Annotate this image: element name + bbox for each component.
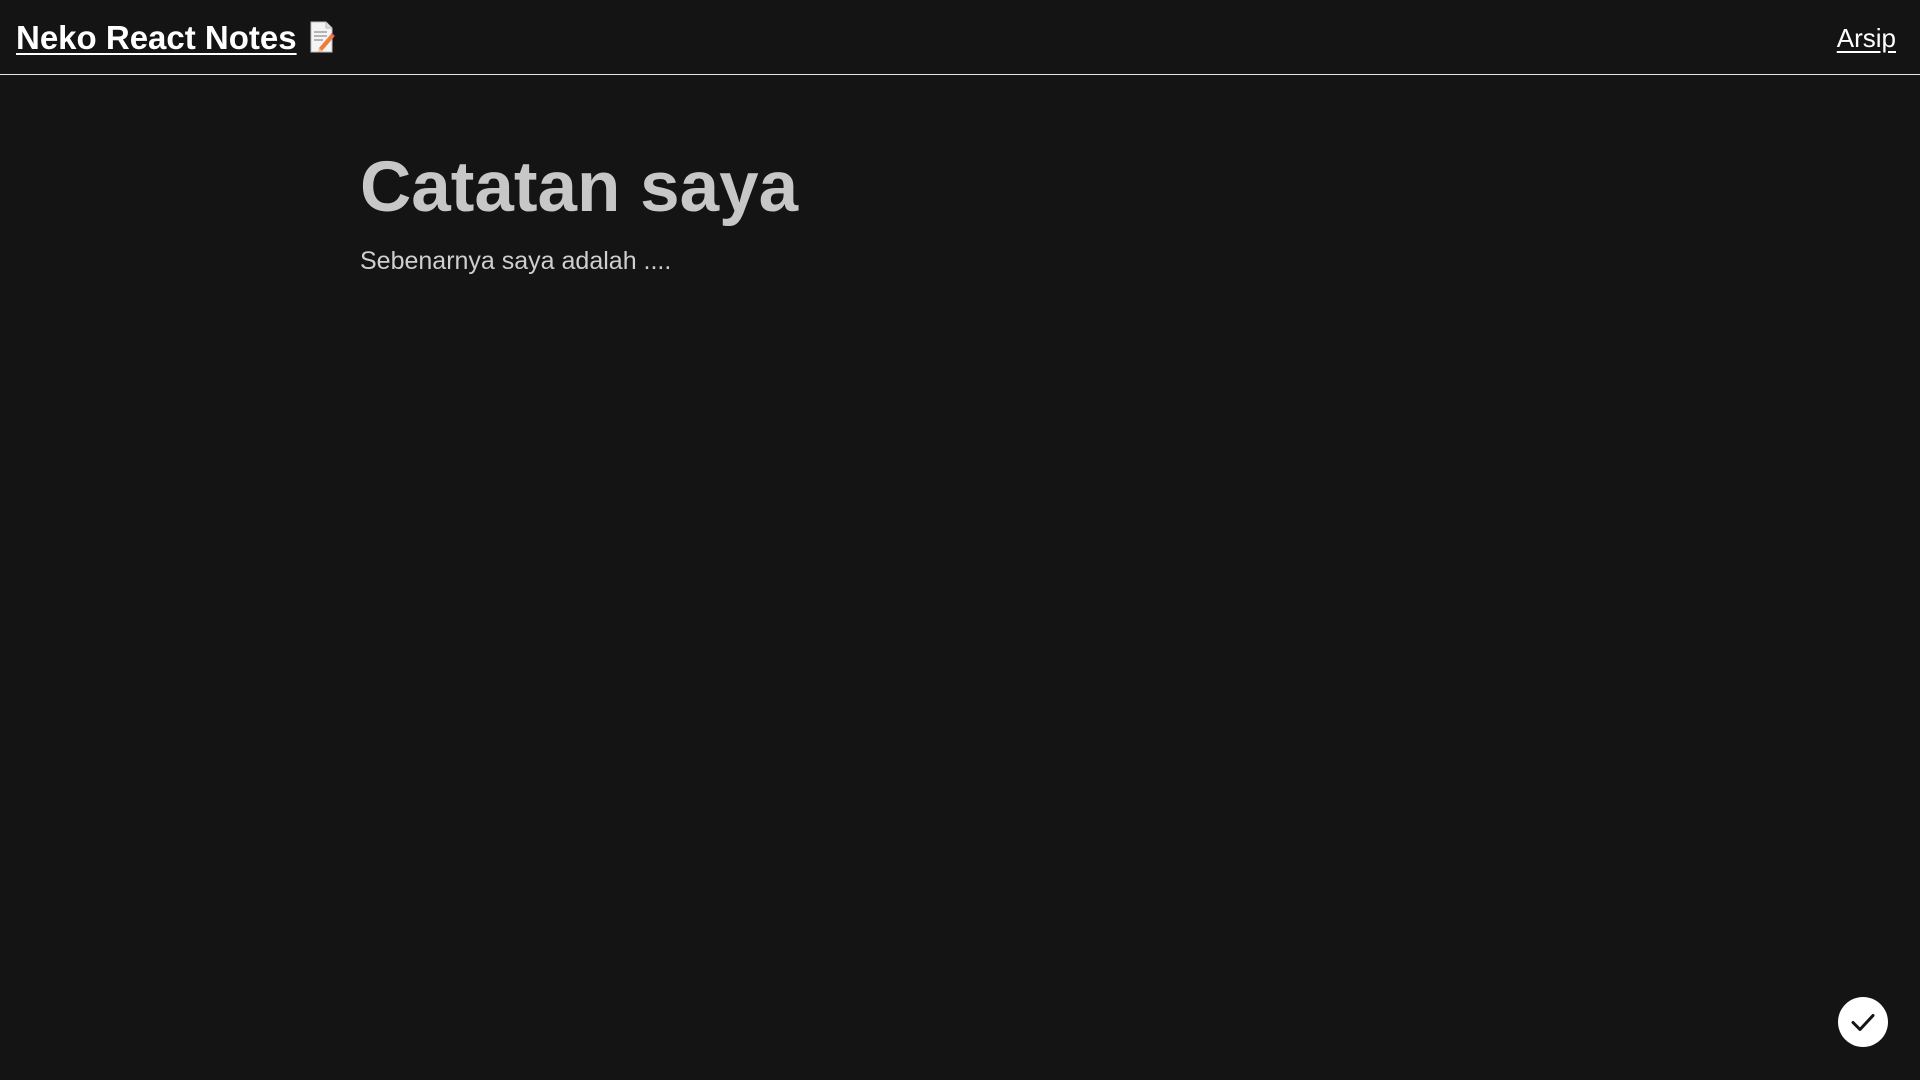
- checkmark-icon: [1851, 1014, 1875, 1031]
- save-button[interactable]: [1838, 997, 1888, 1047]
- note-body-input[interactable]: Sebenarnya saya adalah ....: [360, 245, 1560, 277]
- brand-title: Neko React Notes: [16, 19, 297, 56]
- nav-archive-link[interactable]: Arsip: [1837, 22, 1896, 54]
- memo-icon: [309, 21, 335, 53]
- note-editor: Catatan saya Sebenarnya saya adalah ....: [360, 145, 1560, 277]
- note-title-input[interactable]: Catatan saya: [360, 145, 1560, 231]
- app-root: Neko React Notes Arsip Catatan saya Sebe…: [0, 0, 1920, 1080]
- brand-link[interactable]: Neko React Notes: [16, 18, 335, 58]
- app-header: Neko React Notes Arsip: [0, 0, 1920, 75]
